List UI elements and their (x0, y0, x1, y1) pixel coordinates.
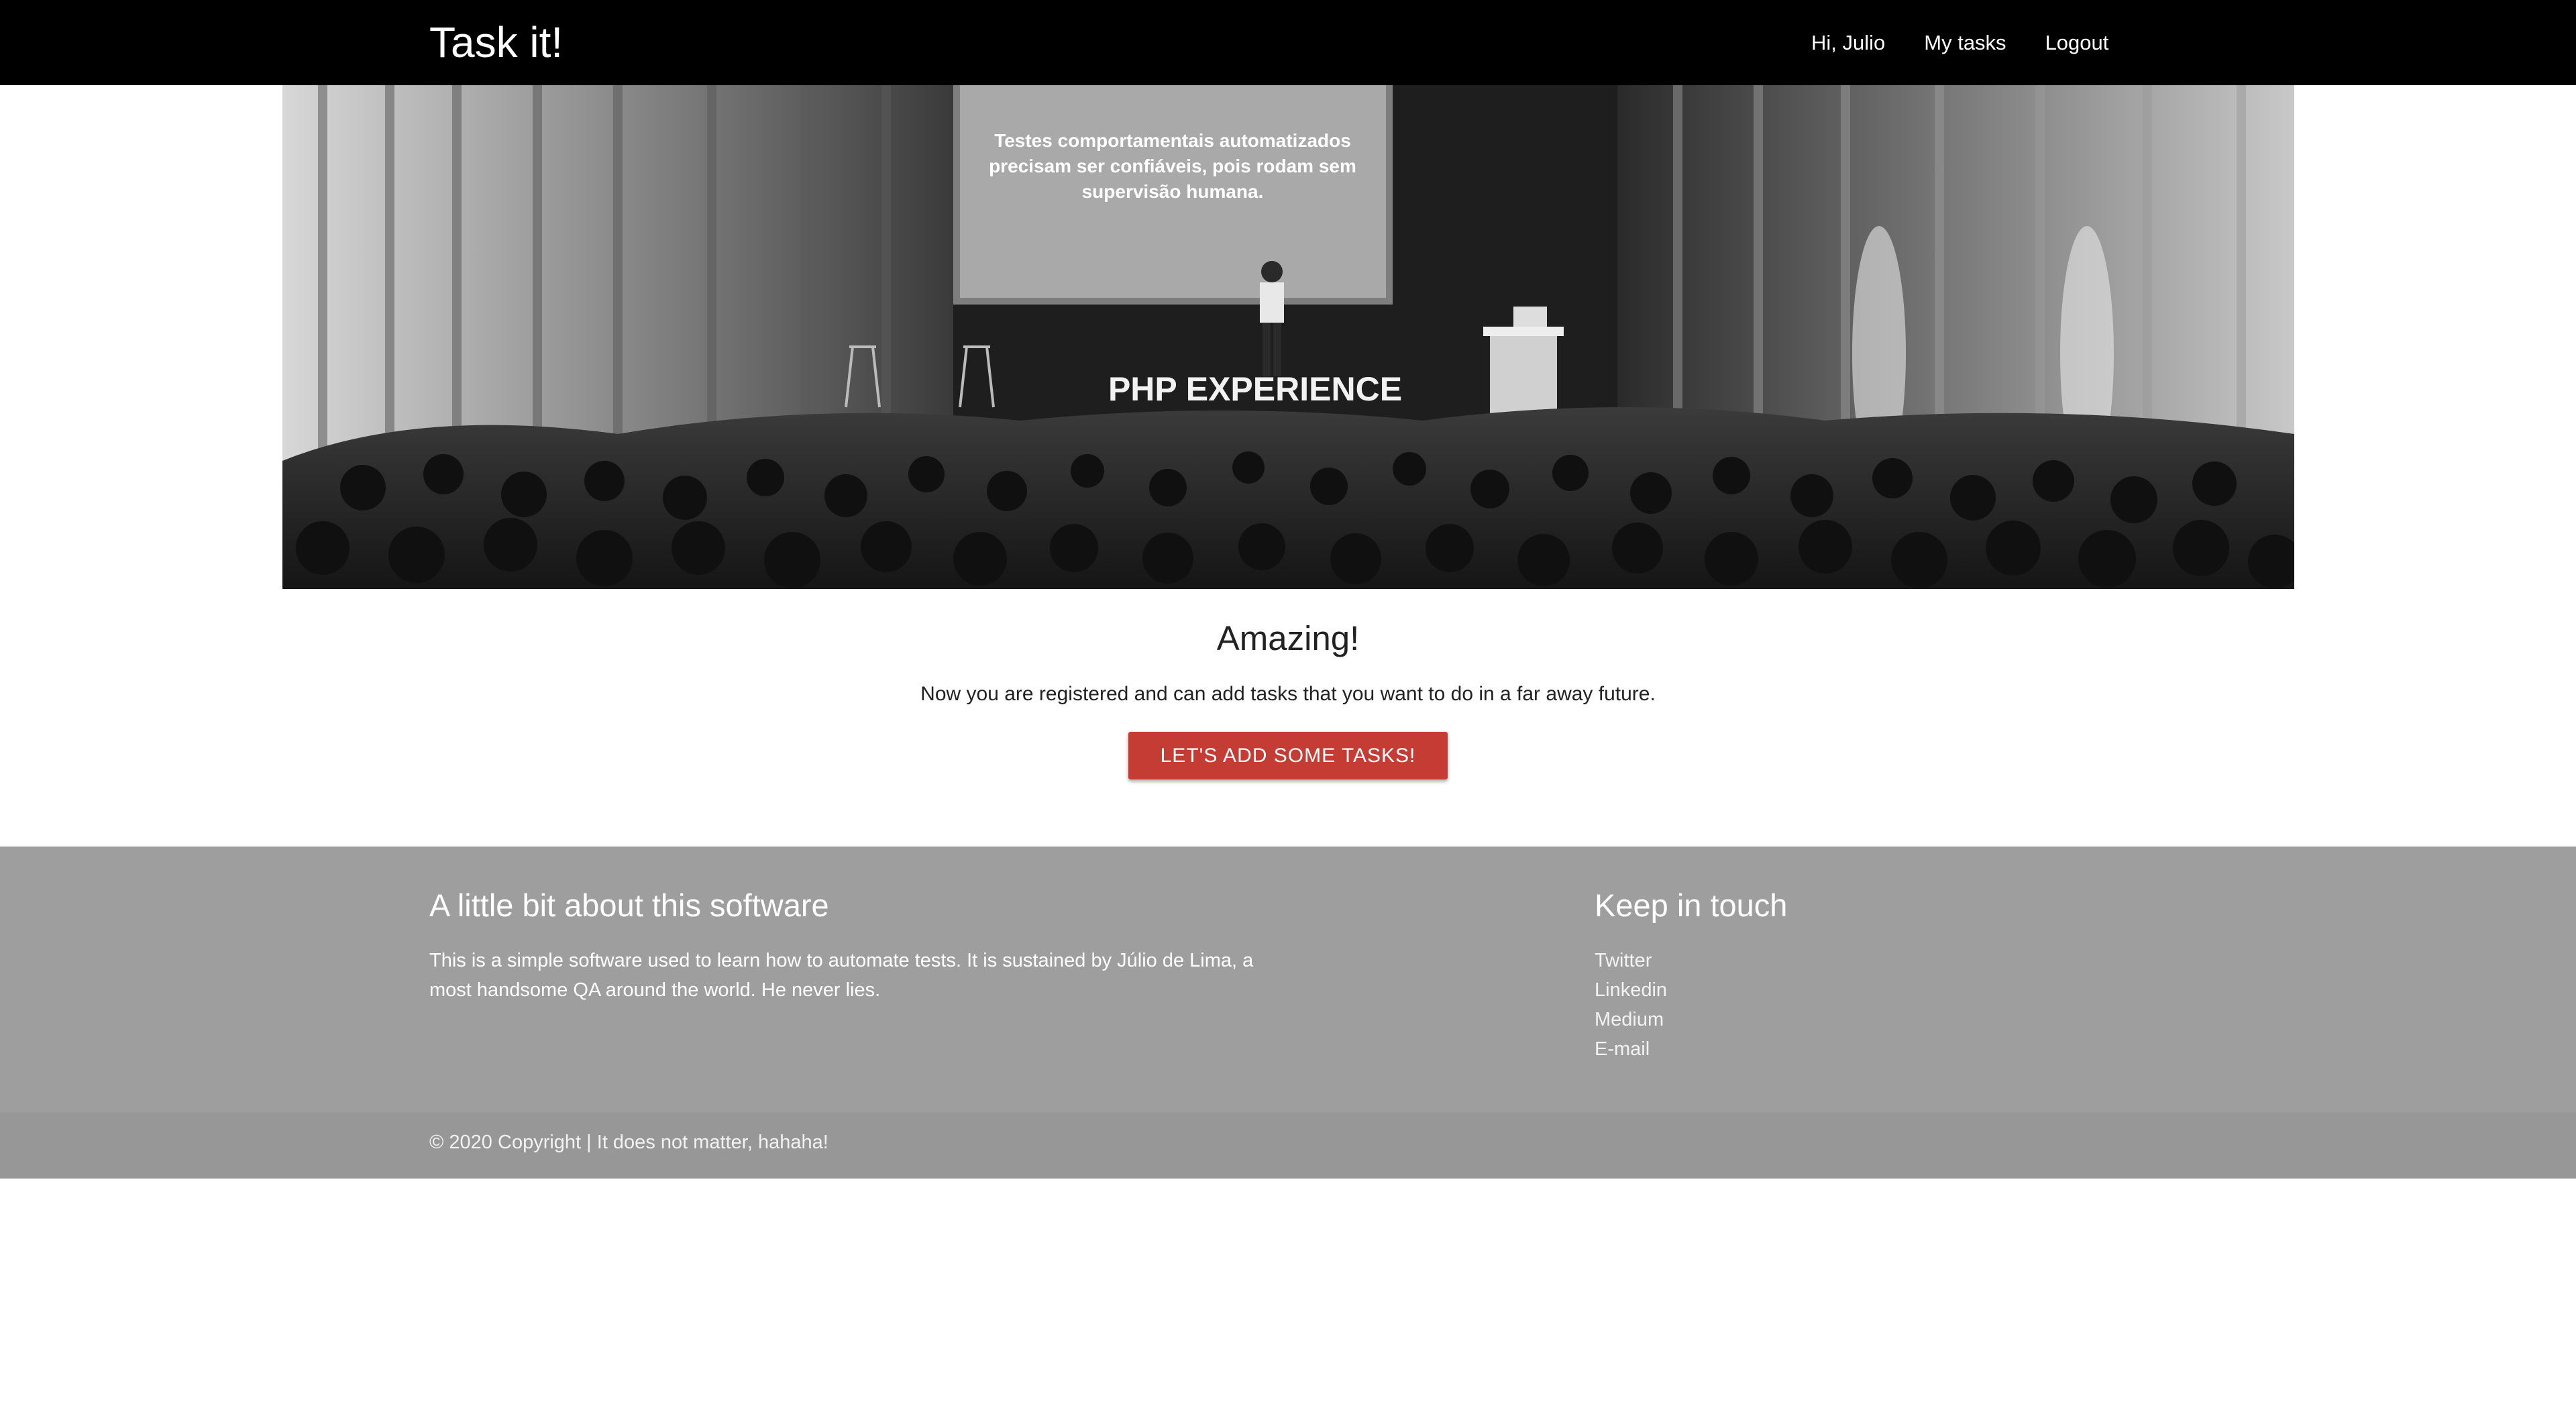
brand-logo-link[interactable]: Task it! (429, 12, 563, 72)
hero-illustration: Testes comportamentais automatizados pre… (282, 85, 2294, 589)
contact-links: Twitter Linkedin Medium E-mail (1595, 946, 1667, 1064)
twitter-link[interactable]: Twitter (1595, 946, 1667, 975)
copyright-text: © 2020 Copyright | It does not matter, h… (429, 1132, 828, 1153)
nav-greeting-link[interactable]: Hi, Julio (1811, 31, 1885, 55)
medium-link[interactable]: Medium (1595, 1005, 1667, 1034)
nav-my-tasks-link[interactable]: My tasks (1924, 31, 2006, 55)
registration-message: Now you are registered and can add tasks… (920, 683, 1656, 705)
about-text: This is a simple software used to learn … (429, 950, 1254, 1001)
email-link[interactable]: E-mail (1595, 1034, 1667, 1064)
screen-line-3: supervisão humana. (1082, 181, 1264, 202)
screen-line-1: Testes comportamentais automatizados (994, 130, 1351, 151)
stage-logo-text: PHP EXPERIENCE (1108, 370, 1402, 408)
nav-links: Hi, Julio My tasks Logout (1811, 0, 2108, 85)
page-footer: A little bit about this software This is… (0, 847, 2576, 1112)
linkedin-link[interactable]: Linkedin (1595, 975, 1667, 1005)
screen-line-2: precisam ser confiáveis, pois rodam sem (989, 156, 1356, 176)
contact-title: Keep in touch (1595, 887, 1788, 923)
top-navbar: Task it! Hi, Julio My tasks Logout (0, 0, 2576, 85)
about-title: A little bit about this software (429, 887, 829, 923)
nav-logout-link[interactable]: Logout (2045, 31, 2109, 55)
hero-image: Testes comportamentais automatizados pre… (282, 85, 2294, 589)
page-heading: Amazing! (1216, 619, 1360, 657)
copyright-bar: © 2020 Copyright | It does not matter, h… (0, 1112, 2576, 1179)
add-tasks-button[interactable]: LET'S ADD SOME TASKS! (1128, 732, 1448, 779)
